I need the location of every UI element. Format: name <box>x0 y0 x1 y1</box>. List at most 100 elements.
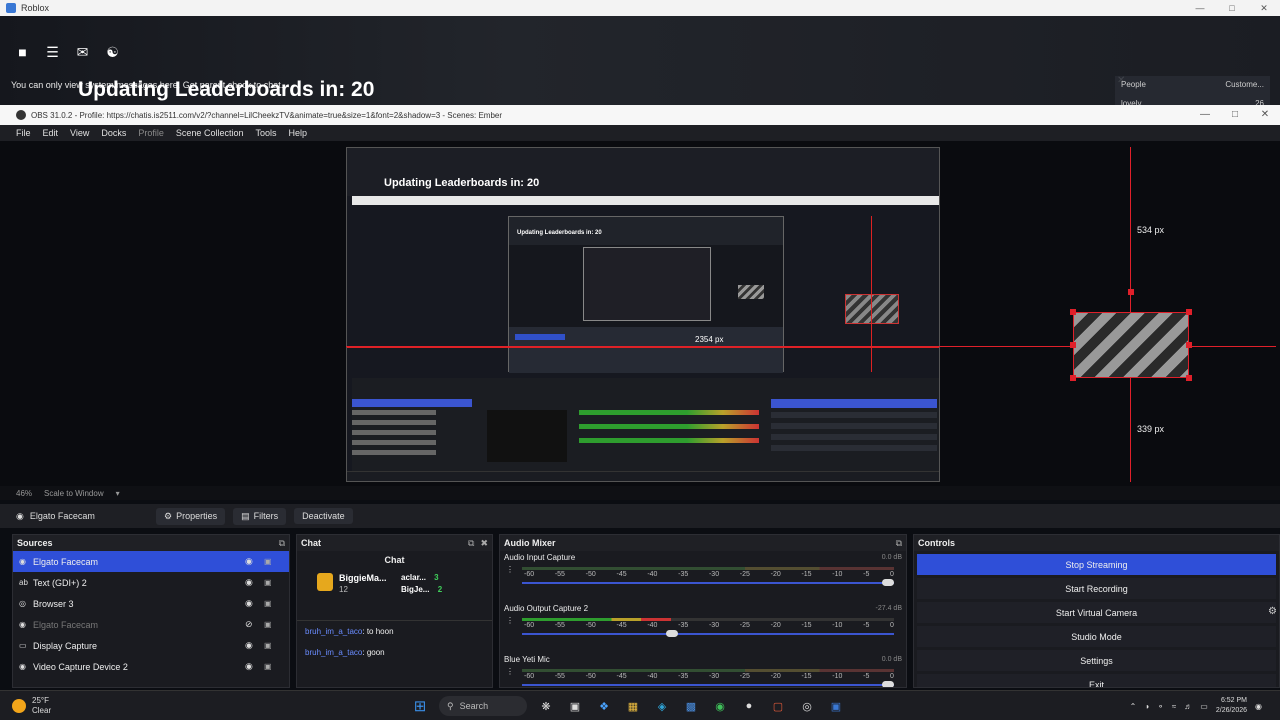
studio-mode-button[interactable]: Studio Mode <box>917 626 1276 647</box>
close-icon[interactable]: ✕ <box>1248 0 1280 16</box>
resize-handle[interactable] <box>1070 375 1076 381</box>
exit-button[interactable]: Exit <box>917 674 1276 687</box>
notification-icon[interactable]: ◉ <box>1255 702 1262 711</box>
menu-edit[interactable]: Edit <box>43 128 59 138</box>
deactivate-button[interactable]: Deactivate <box>294 508 353 524</box>
eye-icon[interactable]: ◉ <box>245 556 253 567</box>
chat-username[interactable]: bruh_im_a_taco <box>305 627 362 636</box>
windows-start-icon[interactable]: ⊞ <box>410 696 430 716</box>
filters-button[interactable]: ▤ Filters <box>233 507 287 525</box>
close-icon[interactable]: ✕ <box>1250 105 1280 125</box>
minimize-icon[interactable]: — <box>1190 105 1220 125</box>
menu-help[interactable]: Help <box>288 128 307 138</box>
lock-icon[interactable]: ▣ <box>264 620 272 629</box>
taskbar-search[interactable]: ⚲ Search <box>439 696 527 716</box>
task-view-icon[interactable]: ▣ <box>565 696 585 716</box>
hamburger-menu-icon[interactable]: ☰ <box>44 44 61 61</box>
resize-handle[interactable] <box>1070 342 1076 348</box>
selected-source-bounding-box[interactable] <box>1073 312 1189 378</box>
channel-db: -27.4 dB <box>875 604 902 612</box>
battery-icon[interactable]: ▭ <box>1200 702 1208 711</box>
chat-icon[interactable]: ✉ <box>74 44 91 61</box>
menu-profile[interactable]: Profile <box>138 128 164 138</box>
roblox-game-view[interactable]: ■ ☰ ✉ ☯ You can only view system message… <box>0 16 1280 122</box>
lock-icon[interactable]: ▣ <box>264 578 272 587</box>
resize-handle[interactable] <box>1186 309 1192 315</box>
lock-icon[interactable]: ▣ <box>264 662 272 671</box>
start-virtual-camera-button[interactable]: Start Virtual Camera <box>917 602 1276 623</box>
menu-scene-collection[interactable]: Scene Collection <box>176 128 244 138</box>
source-item[interactable]: ◉ Elgato Facecam ◉ ▣ <box>13 551 289 572</box>
microsoft-store-icon[interactable]: ▩ <box>681 696 701 716</box>
headset-icon[interactable]: ☯ <box>104 44 121 61</box>
roblox-taskbar-icon[interactable]: ▣ <box>826 696 846 716</box>
chevron-down-icon[interactable]: ▾ <box>116 489 120 498</box>
menu-tools[interactable]: Tools <box>255 128 276 138</box>
close-icon[interactable]: ✖ <box>480 538 488 549</box>
wifi-icon[interactable]: ≈ <box>1172 702 1176 711</box>
source-item[interactable]: ◎ Browser 3 ◉ ▣ <box>13 593 289 614</box>
eye-icon[interactable]: ◉ <box>245 598 253 609</box>
undock-icon[interactable]: ⧉ <box>468 538 474 549</box>
volume-icon[interactable]: ♬ <box>1184 702 1192 711</box>
file-explorer-icon[interactable]: ▦ <box>623 696 643 716</box>
weather-widget[interactable]: 25°F Clear <box>12 696 51 716</box>
edge-browser-icon[interactable]: ◈ <box>652 696 672 716</box>
undock-icon[interactable]: ⧉ <box>896 538 902 549</box>
source-item[interactable]: ▭ Display Capture ◉ ▣ <box>13 635 289 656</box>
maximize-icon[interactable]: □ <box>1220 105 1250 125</box>
resize-handle[interactable] <box>1186 342 1192 348</box>
menu-file[interactable]: File <box>16 128 31 138</box>
settings-button[interactable]: Settings <box>917 650 1276 671</box>
zoom-level[interactable]: 46% <box>16 489 32 498</box>
clock[interactable]: 6:52 PM 2/26/2026 <box>1216 696 1247 716</box>
resize-handle[interactable] <box>1128 289 1134 295</box>
chat-username[interactable]: bruh_im_a_taco <box>305 648 362 657</box>
volume-slider[interactable] <box>522 681 894 687</box>
source-item[interactable]: ab Text (GDI+) 2 ◉ ▣ <box>13 572 289 593</box>
stop-streaming-button[interactable]: Stop Streaming <box>917 554 1276 575</box>
app-icon[interactable]: ▢ <box>768 696 788 716</box>
volume-slider[interactable] <box>522 630 894 637</box>
widgets-icon[interactable]: ❋ <box>536 696 556 716</box>
source-item[interactable]: ◉ Video Capture Device 2 ◉ ▣ <box>13 656 289 677</box>
lock-icon[interactable]: ▣ <box>264 557 272 566</box>
volume-slider[interactable] <box>522 579 894 586</box>
obs-preview[interactable]: Updating Leaderboards in: 20 Updating Le… <box>0 141 1280 486</box>
resize-handle[interactable] <box>1070 309 1076 315</box>
maximize-icon[interactable]: □ <box>1216 0 1248 16</box>
zoom-mode[interactable]: Scale to Window <box>44 489 104 498</box>
volume-slider-knob[interactable] <box>882 579 894 586</box>
kebab-menu-icon[interactable]: ⋮ <box>506 616 514 625</box>
start-recording-button[interactable]: Start Recording <box>917 578 1276 599</box>
eye-hidden-icon[interactable]: ⊘ <box>245 619 253 630</box>
globe-icon: ◎ <box>19 599 26 608</box>
volume-meter <box>522 567 894 570</box>
menu-docks[interactable]: Docks <box>101 128 126 138</box>
obs-taskbar-icon[interactable]: ◎ <box>797 696 817 716</box>
gear-icon[interactable]: ⚙ <box>1268 606 1277 617</box>
resize-handle[interactable] <box>1186 375 1192 381</box>
xbox-icon[interactable]: ◉ <box>710 696 730 716</box>
lock-icon[interactable]: ▣ <box>264 641 272 650</box>
menu-view[interactable]: View <box>70 128 89 138</box>
volume-slider-knob[interactable] <box>882 681 894 687</box>
copilot-icon[interactable]: ❖ <box>594 696 614 716</box>
properties-button[interactable]: ⚙ Properties <box>156 507 226 525</box>
kebab-menu-icon[interactable]: ⋮ <box>506 565 514 574</box>
source-item[interactable]: ◉ Elgato Facecam ⊘ ▣ <box>13 614 289 635</box>
roblox-logo-icon[interactable]: ■ <box>14 44 31 61</box>
volume-slider-knob[interactable] <box>666 630 678 637</box>
eye-icon[interactable]: ◉ <box>245 640 253 651</box>
chevron-up-icon[interactable]: ⌃ <box>1130 702 1137 711</box>
github-icon[interactable]: ● <box>739 696 759 716</box>
eye-icon[interactable]: ◉ <box>245 661 253 672</box>
microphone-icon[interactable]: ⚬ <box>1157 702 1164 711</box>
network-icon[interactable]: ◑ <box>1144 702 1149 711</box>
kebab-menu-icon[interactable]: ⋮ <box>506 667 514 676</box>
undock-icon[interactable]: ⧉ <box>279 538 285 549</box>
eye-icon[interactable]: ◉ <box>245 577 253 588</box>
minimize-icon[interactable]: — <box>1184 0 1216 16</box>
meter-tick-label: -60 <box>524 571 535 578</box>
lock-icon[interactable]: ▣ <box>264 599 272 608</box>
